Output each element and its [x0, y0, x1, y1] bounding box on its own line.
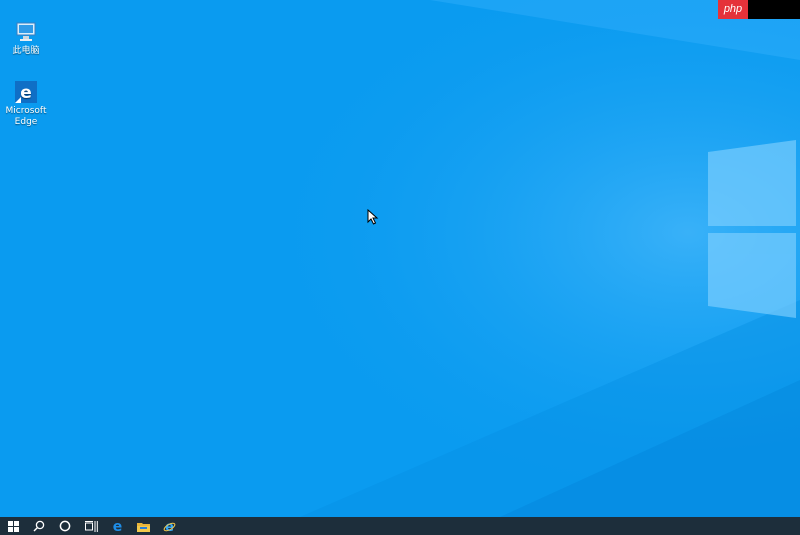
desktop[interactable]: 此电脑 e Microsoft Edge	[0, 0, 800, 517]
desktop-icon-label: 此电脑	[12, 46, 40, 56]
svg-text:e: e	[112, 520, 122, 533]
cortana-button[interactable]	[52, 517, 78, 535]
wallpaper	[0, 0, 800, 517]
taskbar-file-explorer-button[interactable]	[130, 517, 156, 535]
desktop-icon-label: Microsoft Edge	[5, 106, 47, 127]
taskbar-internet-explorer-button[interactable]: e	[156, 517, 182, 535]
mouse-cursor-icon	[367, 209, 379, 225]
taskbar-edge-button[interactable]: e	[104, 517, 130, 535]
task-view-button[interactable]	[78, 517, 104, 535]
taskbar: e e	[0, 517, 800, 535]
task-view-icon	[84, 520, 98, 532]
search-icon	[33, 520, 45, 532]
edge-icon: e	[15, 81, 37, 103]
search-button[interactable]	[26, 517, 52, 535]
php-watermark: php	[718, 0, 748, 19]
edge-icon: e	[112, 520, 122, 533]
file-explorer-icon	[136, 522, 150, 532]
svg-text:e: e	[20, 83, 32, 103]
cortana-icon	[59, 520, 71, 532]
this-pc-icon	[16, 22, 36, 41]
desktop-icon-edge[interactable]: e Microsoft Edge	[0, 80, 52, 128]
internet-explorer-icon: e	[163, 520, 175, 533]
watermark-bar	[748, 0, 800, 19]
windows-start-icon	[7, 520, 19, 532]
desktop-icon-this-pc[interactable]: 此电脑	[0, 20, 52, 57]
start-button[interactable]	[0, 517, 26, 535]
